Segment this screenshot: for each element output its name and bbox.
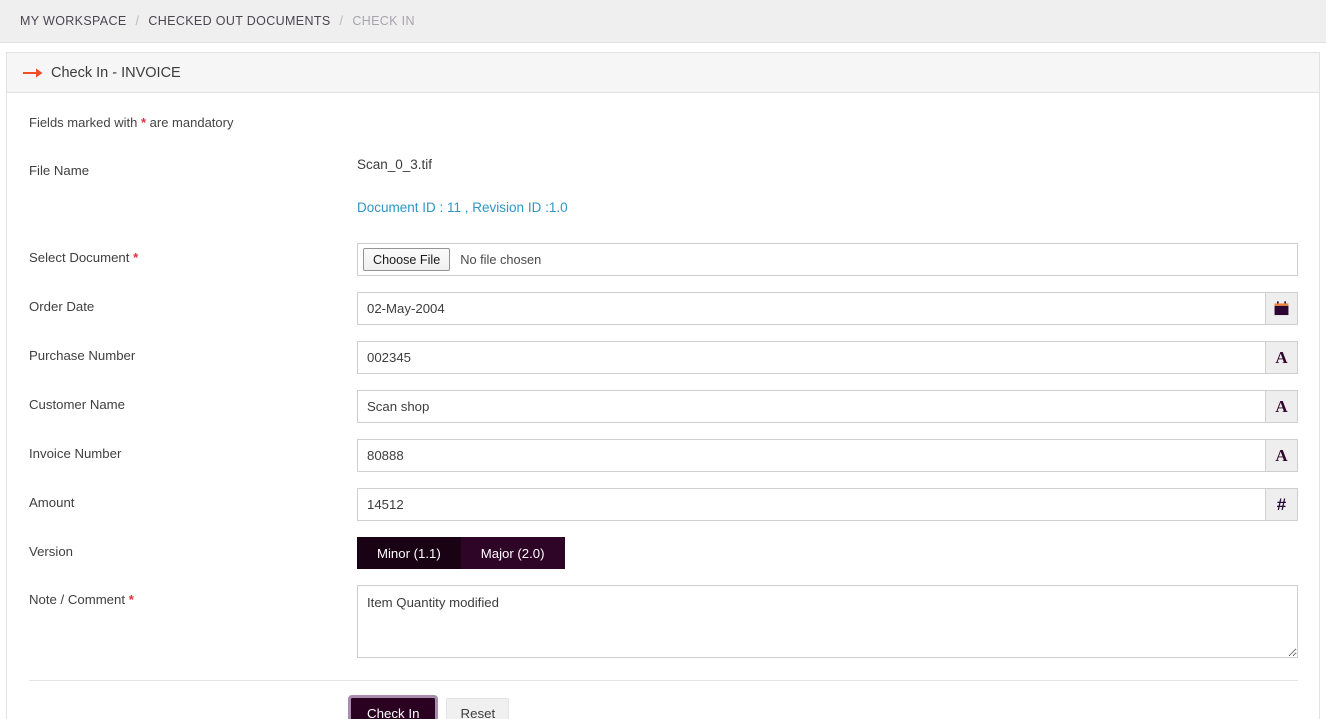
order-date-input[interactable] [357, 292, 1265, 325]
form-row-invoice-number: Invoice Number A [7, 439, 1319, 472]
check-in-button[interactable]: Check In [351, 698, 435, 719]
version-option-major[interactable]: Major (2.0) [461, 537, 565, 569]
note-comment-textarea[interactable]: Item Quantity modified [357, 585, 1298, 658]
form-row-customer-name: Customer Name A [7, 390, 1319, 423]
panel-body: Fields marked with * are mandatory File … [7, 93, 1319, 719]
form-row-note-comment: Note / Comment * Item Quantity modified [7, 585, 1319, 658]
addon-glyph: # [1277, 496, 1286, 513]
breadcrumb: MY WORKSPACE / CHECKED OUT DOCUMENTS / C… [0, 0, 1326, 43]
form-row-amount: Amount # [7, 488, 1319, 521]
addon-glyph: A [1275, 349, 1287, 366]
label-order-date: Order Date [29, 292, 357, 315]
amount-input[interactable] [357, 488, 1265, 521]
label-purchase-number: Purchase Number [29, 341, 357, 364]
choose-file-button[interactable]: Choose File [363, 248, 450, 271]
form-row-purchase-number: Purchase Number A [7, 341, 1319, 374]
breadcrumb-item-check-in: CHECK IN [352, 14, 415, 28]
arrow-right-icon [23, 65, 43, 81]
version-option-minor[interactable]: Minor (1.1) [357, 537, 461, 569]
required-asterisk: * [133, 250, 138, 265]
form-row-file-name: File Name Scan_0_3.tif [7, 156, 1319, 188]
label-amount: Amount [29, 488, 357, 511]
label-note-comment: Note / Comment * [29, 585, 357, 608]
text-letter-a-icon[interactable]: A [1265, 390, 1298, 423]
label-select-document-text: Select Document [29, 250, 129, 265]
number-hash-icon[interactable]: # [1265, 488, 1298, 521]
customer-name-input[interactable] [357, 390, 1265, 423]
page-title: Check In - INVOICE [51, 65, 181, 81]
addon-glyph: A [1275, 447, 1287, 464]
mandatory-note-prefix: Fields marked with [29, 115, 141, 130]
mandatory-fields-note: Fields marked with * are mandatory [7, 115, 1319, 130]
breadcrumb-separator: / [136, 14, 140, 28]
form-row-select-document: Select Document * Choose File No file ch… [7, 243, 1319, 276]
label-customer-name: Customer Name [29, 390, 357, 413]
invoice-number-input[interactable] [357, 439, 1265, 472]
version-toggle-group: Minor (1.1) Major (2.0) [357, 537, 565, 569]
text-letter-a-icon[interactable]: A [1265, 439, 1298, 472]
breadcrumb-item-checked-out-documents[interactable]: CHECKED OUT DOCUMENTS [148, 14, 330, 28]
mandatory-note-suffix: are mandatory [146, 115, 233, 130]
check-in-panel: Check In - INVOICE Fields marked with * … [6, 52, 1320, 719]
text-letter-a-icon[interactable]: A [1265, 341, 1298, 374]
value-file-name: Scan_0_3.tif [357, 156, 432, 172]
label-select-document: Select Document * [29, 243, 357, 266]
calendar-icon[interactable] [1265, 292, 1298, 325]
purchase-number-input[interactable] [357, 341, 1265, 374]
panel-header: Check In - INVOICE [7, 53, 1319, 93]
breadcrumb-separator: / [340, 14, 344, 28]
form-row-version: Version Minor (1.1) Major (2.0) [7, 537, 1319, 569]
reset-button[interactable]: Reset [446, 698, 509, 719]
form-row-order-date: Order Date [7, 292, 1319, 325]
file-input-field[interactable]: Choose File No file chosen [357, 243, 1298, 276]
label-invoice-number: Invoice Number [29, 439, 357, 462]
label-note-comment-text: Note / Comment [29, 592, 125, 607]
required-asterisk: * [129, 592, 134, 607]
form-actions: Check In Reset [7, 681, 1319, 719]
addon-glyph: A [1275, 398, 1287, 415]
label-version: Version [29, 537, 357, 560]
label-file-name: File Name [29, 156, 357, 179]
breadcrumb-item-my-workspace[interactable]: MY WORKSPACE [20, 14, 127, 28]
document-revision-id-text: Document ID : 11 , Revision ID :1.0 [7, 200, 1319, 215]
file-chosen-status: No file chosen [460, 252, 541, 267]
